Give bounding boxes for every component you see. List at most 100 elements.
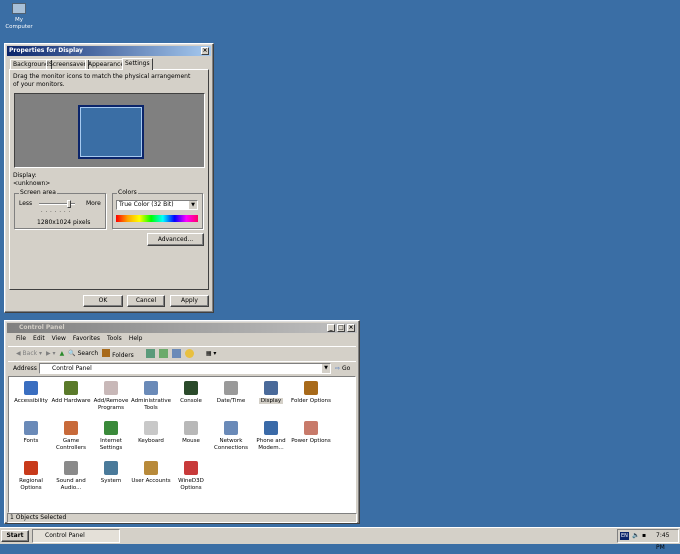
folders-button[interactable]: Folders [102, 348, 134, 359]
start-button[interactable]: Start [1, 530, 29, 542]
apply-button[interactable]: Apply [170, 295, 209, 307]
move-to-icon[interactable] [145, 349, 155, 358]
control-panel-item[interactable]: Mouse [171, 421, 211, 445]
menu-favorites[interactable]: Favorites [73, 335, 100, 342]
menu-file[interactable]: File [16, 335, 26, 342]
undo-icon[interactable] [184, 349, 194, 358]
control-panel-item[interactable]: Add Hardware [51, 381, 91, 405]
monitor-1[interactable] [78, 105, 144, 159]
control-panel-item[interactable]: Add/Remove Programs [91, 381, 131, 412]
sound-and-audio-icon [64, 461, 78, 475]
search-label: Search [77, 350, 99, 357]
computer-icon [12, 3, 26, 14]
control-panel-item[interactable]: Game Controllers [51, 421, 91, 452]
folder-options-icon [304, 381, 318, 395]
colors-group: Colors True Color (32 Bit) ▼ [112, 189, 203, 229]
console-icon [184, 381, 198, 395]
date-time-icon [224, 381, 238, 395]
phone-and-modem-icon [264, 421, 278, 435]
desktop-icon-label: My Computer [5, 17, 33, 30]
dialog-title-bar[interactable]: Properties for Display × [7, 46, 211, 56]
add-remove-programs-icon [104, 381, 118, 395]
dialog-title: Properties for Display [9, 47, 83, 54]
menu-tools[interactable]: Tools [107, 335, 122, 342]
delete-icon[interactable] [171, 349, 181, 358]
item-label: Regional Options [19, 478, 43, 491]
screen-area-label: Screen area [19, 189, 57, 196]
color-depth-select[interactable]: True Color (32 Bit) ▼ [116, 200, 198, 210]
item-label: Internet Settings [99, 438, 123, 451]
control-panel-item[interactable]: Phone and Modem... [251, 421, 291, 452]
monitor-arrangement-area [14, 93, 205, 168]
network-icon[interactable]: ▪ [642, 530, 646, 542]
control-panel-item[interactable]: Administrative Tools [131, 381, 171, 412]
control-panel-item[interactable]: Internet Settings [91, 421, 131, 452]
item-label: WineD3D Options [178, 478, 204, 491]
menu-help[interactable]: Help [129, 335, 143, 342]
less-label: Less [19, 200, 33, 207]
control-panel-item[interactable]: Date/Time [211, 381, 251, 405]
user-accounts-icon [144, 461, 158, 475]
control-panel-item[interactable]: Power Options [291, 421, 331, 445]
minimize-button[interactable]: _ [327, 324, 335, 332]
maximize-button[interactable]: □ [337, 324, 345, 332]
control-panel-item[interactable]: Sound and Audio... [51, 461, 91, 492]
control-panel-item[interactable]: Folder Options [291, 381, 331, 405]
ok-button[interactable]: OK [83, 295, 123, 307]
control-panel-item[interactable]: Accessibility [11, 381, 51, 405]
tab-settings[interactable]: Settings [122, 58, 153, 70]
window-title-bar[interactable]: Control Panel _ □ × [7, 323, 357, 333]
copy-to-icon[interactable] [158, 349, 168, 358]
close-button[interactable]: × [201, 47, 209, 55]
desktop-icon-my-computer[interactable]: My Computer [4, 3, 34, 31]
slider-thumb[interactable] [67, 200, 71, 208]
search-button[interactable]: 🔍 Search [68, 350, 98, 357]
control-panel-item[interactable]: Display [251, 381, 291, 405]
views-icon[interactable]: ▦ ▾ [206, 350, 217, 357]
item-label: Add Hardware [51, 398, 91, 404]
status-text: 1 Objects Selected [10, 514, 67, 521]
control-panel-item[interactable]: Regional Options [11, 461, 51, 492]
item-label: Add/Remove Programs [93, 398, 129, 411]
chevron-down-icon[interactable]: ▼ [189, 201, 197, 209]
color-spectrum-bar [116, 215, 198, 222]
resolution-value: 1280x1024 pixels [37, 219, 91, 226]
power-options-icon [304, 421, 318, 435]
resolution-slider[interactable] [39, 200, 75, 208]
window-title: Control Panel [19, 324, 65, 331]
item-label: System [100, 478, 122, 484]
volume-icon[interactable]: 🔈 [632, 530, 639, 542]
back-button[interactable]: ◀ Back ▾ [16, 350, 42, 357]
item-label: Network Connections [214, 438, 248, 451]
control-panel-item[interactable]: Fonts [11, 421, 51, 445]
control-panel-item[interactable]: User Accounts [131, 461, 171, 485]
language-indicator[interactable]: EN [620, 532, 629, 540]
item-label: Accessibility [14, 398, 48, 404]
display-value: <unknown> [13, 180, 51, 187]
back-label: Back [22, 350, 38, 357]
control-panel-item[interactable]: Network Connections [211, 421, 251, 452]
control-panel-item[interactable]: Keyboard [131, 421, 171, 445]
control-panel-item[interactable]: Console [171, 381, 211, 405]
colors-label: Colors [117, 189, 138, 196]
control-panel-item[interactable]: WineD3D Options [171, 461, 211, 492]
up-folder-icon[interactable]: ▲ [60, 350, 65, 357]
menu-view[interactable]: View [52, 335, 66, 342]
address-value: Control Panel [52, 365, 92, 372]
menu-edit[interactable]: Edit [33, 335, 45, 342]
game-controllers-icon [64, 421, 78, 435]
item-label: Folder Options [291, 398, 331, 404]
close-button[interactable]: × [347, 324, 355, 332]
address-input[interactable]: Control Panel ▼ [39, 363, 331, 374]
forward-button[interactable]: ▶ ▾ [46, 350, 56, 357]
folders-label: Folders [112, 351, 134, 359]
internet-settings-icon [104, 421, 118, 435]
task-control-panel[interactable]: Control Panel [32, 529, 120, 543]
clock: 7:45 PM [656, 532, 670, 551]
item-label: Mouse [182, 438, 200, 444]
chevron-down-icon[interactable]: ▼ [322, 364, 330, 373]
control-panel-item[interactable]: System [91, 461, 131, 485]
advanced-button[interactable]: Advanced... [147, 233, 204, 246]
cancel-button[interactable]: Cancel [127, 295, 165, 307]
go-button[interactable]: ⇨ Go [335, 365, 350, 372]
